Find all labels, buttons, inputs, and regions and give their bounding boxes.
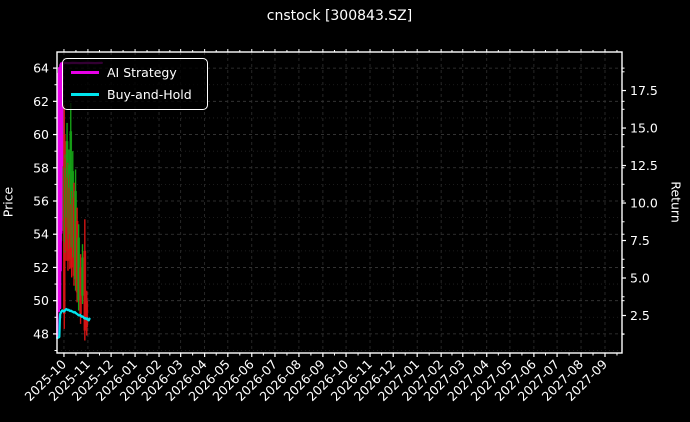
svg-text:10.0: 10.0	[630, 196, 658, 211]
page-title: cnstock [300843.SZ]	[266, 8, 413, 24]
svg-text:2.5: 2.5	[630, 308, 650, 323]
svg-text:54: 54	[33, 227, 49, 242]
svg-text:58: 58	[33, 160, 49, 175]
buy-and-hold-line-swatch	[71, 93, 99, 96]
svg-text:12.5: 12.5	[630, 158, 658, 173]
svg-text:15.0: 15.0	[630, 121, 658, 136]
legend-label: AI Strategy	[107, 65, 177, 80]
ai-strategy-line-swatch	[71, 71, 99, 74]
svg-text:56: 56	[33, 194, 49, 209]
svg-text:62: 62	[33, 94, 49, 109]
svg-text:60: 60	[33, 127, 49, 142]
svg-text:48: 48	[33, 326, 49, 341]
right-axis-label: Return	[668, 181, 684, 223]
svg-text:5.0: 5.0	[630, 271, 650, 286]
legend-item-buy-and-hold: Buy-and-Hold	[71, 87, 197, 102]
left-axis-label: Price	[0, 186, 16, 218]
figure: 48 50 52 54 56 58 60 62 64 2.5 5.0 7.5 10.0 12.5 15.0 1…	[0, 0, 690, 422]
svg-text:52: 52	[33, 260, 49, 275]
legend-item-ai-strategy: AI Strategy	[71, 65, 197, 80]
svg-text:64: 64	[33, 61, 49, 76]
legend-label: Buy-and-Hold	[107, 87, 192, 102]
svg-text:7.5: 7.5	[630, 233, 650, 248]
svg-text:17.5: 17.5	[630, 83, 658, 98]
svg-text:50: 50	[33, 293, 49, 308]
legend: AI Strategy Buy-and-Hold	[62, 58, 208, 110]
